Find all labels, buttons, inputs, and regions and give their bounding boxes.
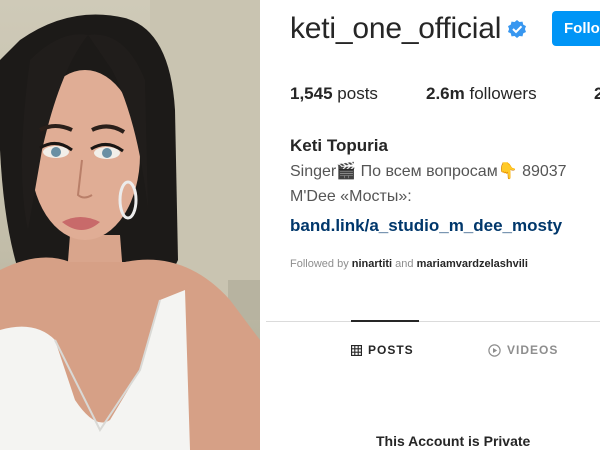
follow-button[interactable]: Follow (552, 11, 600, 46)
play-circle-icon (488, 344, 501, 358)
profile-panel: keti_one_official Follow 1,545 posts 2.6… (266, 0, 600, 450)
posts-count: 1,545 (290, 84, 333, 103)
username: keti_one_official (290, 12, 502, 45)
private-account-notice: This Account is Private (376, 433, 531, 449)
followers-label: followers (469, 84, 537, 103)
followers-stat[interactable]: 2.6m followers (426, 84, 537, 104)
active-tab-indicator (351, 320, 419, 322)
followed-by-prefix: Followed by (290, 258, 349, 270)
tab-videos[interactable]: VIDEOS (488, 343, 559, 358)
tab-posts-label: POSTS (368, 343, 414, 357)
portrait-illustration (0, 0, 260, 450)
following-stat[interactable]: 2 (594, 84, 600, 104)
bio-line-2: M'Dee «Мосты»: (290, 188, 412, 205)
full-name: Keti Topuria (290, 136, 388, 155)
verified-badge-icon (508, 20, 526, 38)
bio-line-1: Singer🎬 По всем вопросам👇 89037 (290, 163, 567, 180)
tab-posts[interactable]: POSTS (351, 343, 414, 357)
followed-by-user-2[interactable]: mariamvardzelashvili (417, 258, 528, 270)
following-count: 2 (594, 84, 600, 103)
posts-label: posts (337, 84, 378, 103)
followed-by[interactable]: Followed by ninartiti and mariamvardzela… (290, 258, 528, 270)
bio-link[interactable]: band.link/a_studio_m_dee_mosty (290, 216, 562, 236)
profile-photo (0, 0, 260, 450)
tab-videos-label: VIDEOS (507, 343, 559, 357)
tabs-divider (266, 321, 600, 322)
grid-icon (351, 345, 362, 357)
followed-by-user-1[interactable]: ninartiti (352, 258, 392, 270)
followers-count: 2.6m (426, 84, 465, 103)
followed-by-joiner: and (395, 258, 414, 270)
posts-stat[interactable]: 1,545 posts (290, 84, 378, 104)
